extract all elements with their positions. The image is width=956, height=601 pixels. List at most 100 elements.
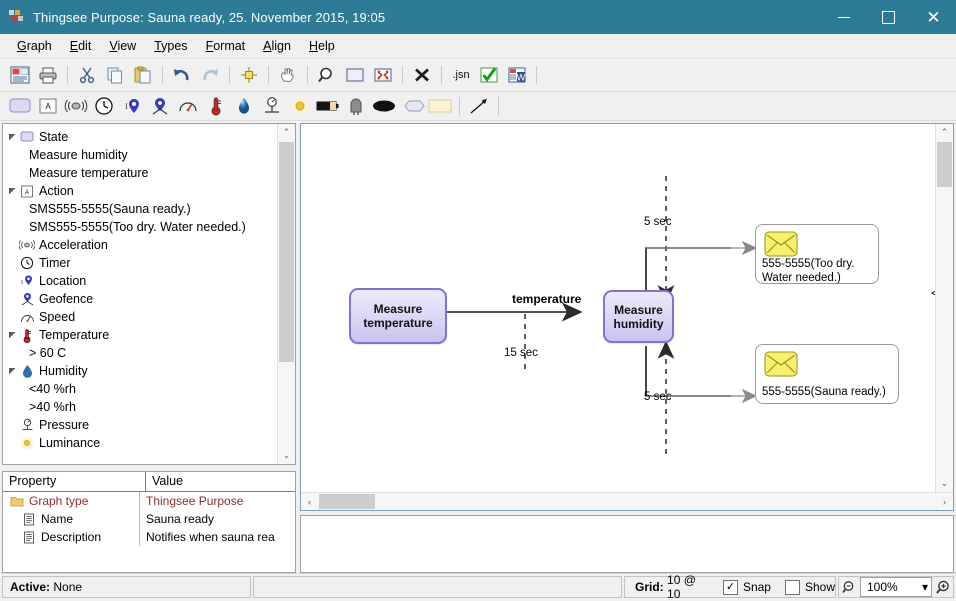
tree-item-humidity[interactable]: Humidity xyxy=(7,362,277,380)
pan-hand-icon[interactable] xyxy=(274,62,302,88)
copy-icon[interactable] xyxy=(101,62,129,88)
scroll-left-arrow[interactable]: ‹ xyxy=(301,497,318,507)
ellipse-shape-icon[interactable] xyxy=(370,94,398,118)
property-row[interactable]: Name Sauna ready xyxy=(3,510,295,528)
paste-icon[interactable] xyxy=(129,62,157,88)
delete-icon[interactable] xyxy=(408,62,436,88)
new-document-icon[interactable] xyxy=(6,62,34,88)
tree-item-pressure[interactable]: Pressure xyxy=(7,416,277,434)
tree-expander-icon[interactable] xyxy=(7,331,18,340)
tree-item-40-rh[interactable]: >40 %rh xyxy=(7,398,277,416)
minimize-button[interactable] xyxy=(821,0,866,34)
print-icon[interactable] xyxy=(34,62,62,88)
battery-icon[interactable] xyxy=(314,94,342,118)
tree-item-state[interactable]: State xyxy=(7,128,277,146)
zoom-icon[interactable] xyxy=(313,62,341,88)
canvas-hscroll-thumb[interactable] xyxy=(319,494,375,509)
tree-item-temperature[interactable]: Temperature xyxy=(7,326,277,344)
speed-gauge-icon[interactable] xyxy=(174,94,202,118)
action-shape-icon[interactable]: A xyxy=(34,94,62,118)
canvas-vertical-scrollbar[interactable]: ⌃ ⌄ xyxy=(935,124,953,492)
word-export-icon[interactable]: W xyxy=(503,62,531,88)
scroll-right-arrow[interactable]: › xyxy=(936,497,953,507)
property-value-cell[interactable]: Notifies when sauna rea xyxy=(140,528,295,546)
diagram-canvas[interactable]: <40 %rh >40 %rh xyxy=(301,124,935,492)
menu-align[interactable]: Align xyxy=(254,36,300,56)
tree-item-geofence[interactable]: Geofence xyxy=(7,290,277,308)
property-row[interactable]: Description Notifies when sauna rea xyxy=(3,528,295,546)
zoom-in-icon[interactable] xyxy=(935,580,950,595)
connector-arrow-icon[interactable] xyxy=(465,94,493,118)
menu-help[interactable]: Help xyxy=(300,36,344,56)
hexagon-shape-icon[interactable] xyxy=(398,94,426,118)
toolbar-separator xyxy=(229,66,230,84)
menu-edit[interactable]: Edit xyxy=(61,36,101,56)
snap-checkbox[interactable]: ✓ xyxy=(722,579,738,595)
tree-item-label: SMS555-5555(Sauna ready.) xyxy=(29,202,191,216)
state-node-measure-humidity[interactable]: Measure humidity xyxy=(603,290,674,343)
json-export-icon[interactable]: .jsn xyxy=(447,62,475,88)
scroll-down-arrow[interactable]: ⌄ xyxy=(278,447,295,464)
tree-item-40-rh[interactable]: <40 %rh xyxy=(7,380,277,398)
tree-item-sms555-5555-too-dry-water-needed[interactable]: SMS555-5555(Too dry. Water needed.) xyxy=(7,218,277,236)
tree-item-location[interactable]: I Location xyxy=(7,272,277,290)
push-button-icon[interactable] xyxy=(342,94,370,118)
tree-item-action[interactable]: A Action xyxy=(7,182,277,200)
thermometer-icon[interactable] xyxy=(202,94,230,118)
redo-icon[interactable] xyxy=(196,62,224,88)
tree-item-60-c[interactable]: > 60 C xyxy=(7,344,277,362)
canvas-scroll-thumb[interactable] xyxy=(937,142,952,187)
pressure-icon[interactable] xyxy=(258,94,286,118)
tree-item-sms555-5555-sauna-ready[interactable]: SMS555-5555(Sauna ready.) xyxy=(7,200,277,218)
tree-item-measure-temperature[interactable]: Measure temperature xyxy=(7,164,277,182)
zoom-out-icon[interactable] xyxy=(842,580,857,595)
tree-item-acceleration[interactable]: Acceleration xyxy=(7,236,277,254)
property-value-cell[interactable]: Sauna ready xyxy=(140,510,295,528)
action-shape-icon: A xyxy=(18,185,36,198)
maximize-button[interactable] xyxy=(866,0,911,34)
luminance-icon[interactable] xyxy=(286,94,314,118)
undo-icon[interactable] xyxy=(168,62,196,88)
move-node-icon[interactable] xyxy=(235,62,263,88)
action-node-sms-too-dry[interactable]: 555-5555(Too dry. Water needed.) xyxy=(755,224,879,284)
tree-item-speed[interactable]: Speed xyxy=(7,308,277,326)
menu-format[interactable]: Format xyxy=(197,36,255,56)
state-node-measure-temperature[interactable]: Measure temperature xyxy=(349,288,447,344)
show-checkbox[interactable] xyxy=(784,579,800,595)
note-shape-icon[interactable] xyxy=(426,94,454,118)
scroll-up-arrow[interactable]: ⌃ xyxy=(936,124,953,141)
action-node-sms-sauna-ready[interactable]: 555-5555(Sauna ready.) xyxy=(755,344,899,404)
geofence-pin-icon[interactable] xyxy=(146,94,174,118)
show-checkbox-group[interactable]: Show xyxy=(784,579,835,595)
output-panel[interactable] xyxy=(300,515,954,573)
tree-expander-icon[interactable] xyxy=(7,133,18,142)
snap-checkbox-group[interactable]: ✓ Snap xyxy=(722,579,771,595)
cut-icon[interactable] xyxy=(73,62,101,88)
fit-page-icon[interactable] xyxy=(341,62,369,88)
canvas-horizontal-scrollbar[interactable]: ‹ › xyxy=(301,492,953,510)
menu-graph[interactable]: Graph xyxy=(8,36,61,56)
acceleration-icon[interactable] xyxy=(62,94,90,118)
humidity-drop-icon[interactable] xyxy=(230,94,258,118)
menu-view[interactable]: View xyxy=(100,36,145,56)
tree-item-measure-humidity[interactable]: Measure humidity xyxy=(7,146,277,164)
property-row[interactable]: Graph type Thingsee Purpose xyxy=(3,492,295,510)
validate-check-icon[interactable] xyxy=(475,62,503,88)
close-button[interactable]: ✕ xyxy=(911,0,956,34)
chevron-down-icon[interactable]: ▾ xyxy=(922,581,928,593)
fit-selection-icon[interactable] xyxy=(369,62,397,88)
scroll-up-arrow[interactable]: ⌃ xyxy=(278,124,295,141)
tree-scroll-thumb[interactable] xyxy=(279,142,294,362)
tree-item-luminance[interactable]: Luminance xyxy=(7,434,277,452)
tree-expander-icon[interactable] xyxy=(7,367,18,376)
property-value-cell[interactable]: Thingsee Purpose xyxy=(140,492,295,510)
state-shape-icon[interactable] xyxy=(6,94,34,118)
zoom-select[interactable]: 100% ▾ xyxy=(860,577,932,597)
scroll-down-arrow[interactable]: ⌄ xyxy=(936,475,953,492)
location-pin-icon[interactable]: I xyxy=(118,94,146,118)
tree-expander-icon[interactable] xyxy=(7,187,18,196)
menu-types[interactable]: Types xyxy=(145,36,196,56)
tree-item-timer[interactable]: Timer xyxy=(7,254,277,272)
timer-clock-icon[interactable] xyxy=(90,94,118,118)
tree-vertical-scrollbar[interactable]: ⌃ ⌄ xyxy=(277,124,295,464)
